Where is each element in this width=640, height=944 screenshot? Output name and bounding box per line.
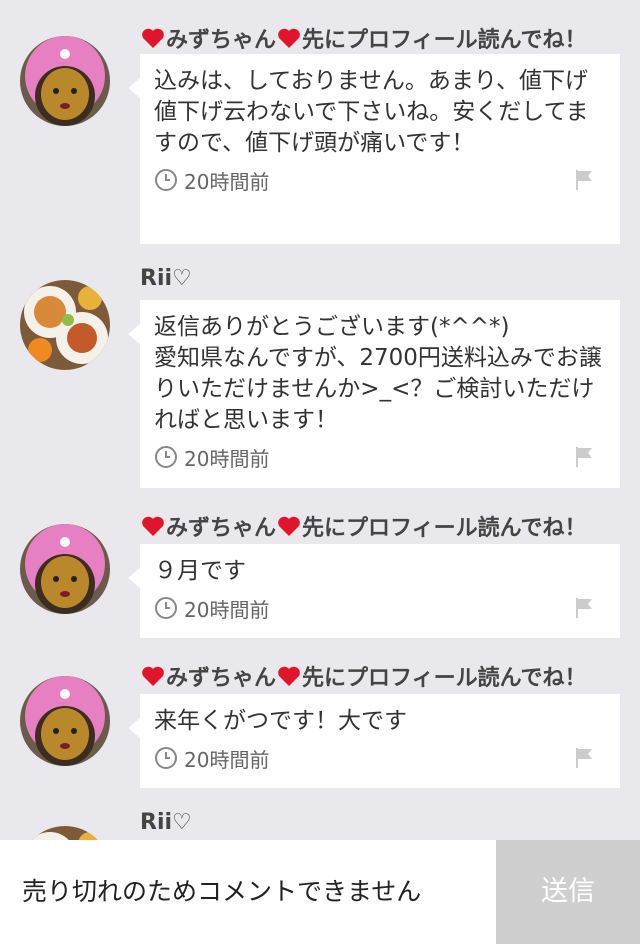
author-name: みずちゃん	[166, 28, 277, 53]
comment-author[interactable]: Rii♡	[140, 810, 192, 835]
author-name: みずちゃん	[166, 666, 277, 691]
comment-meta: 20時間前	[154, 442, 606, 472]
timestamp: 20時間前	[184, 446, 270, 471]
timestamp: 20時間前	[184, 169, 270, 194]
comment-bubble: 込みは、しておりません。あまり、値下げ値下げ云わないで下さいね。安くだしてますの…	[128, 54, 620, 244]
comment-meta: 20時間前	[154, 743, 606, 773]
flag-icon[interactable]	[572, 746, 596, 770]
heart-icon	[278, 516, 300, 536]
timestamp: 20時間前	[184, 597, 270, 622]
avatar[interactable]	[20, 676, 110, 766]
clock-icon	[155, 747, 177, 769]
avatar[interactable]	[20, 36, 110, 126]
comment-author[interactable]: みずちゃん 先にプロフィール読んでね！	[140, 660, 586, 692]
author-suffix: 先にプロフィール読んでね！	[302, 666, 587, 691]
heart-icon	[142, 666, 164, 686]
comment-bubble: ９月です 20時間前	[128, 544, 620, 638]
timestamp: 20時間前	[184, 747, 270, 772]
comment-author[interactable]: みずちゃん 先にプロフィール読んでね！	[140, 22, 586, 54]
flag-icon[interactable]	[572, 445, 596, 469]
comment-text: 込みは、しておりません。あまり、値下げ値下げ云わないで下さいね。安くだしてますの…	[154, 68, 589, 156]
comment-meta: 20時間前	[154, 593, 606, 623]
comment-author[interactable]: みずちゃん 先にプロフィール読んでね！	[140, 510, 586, 542]
author-name: Rii♡	[140, 266, 192, 291]
author-suffix: 先にプロフィール読んでね！	[302, 516, 587, 541]
comment-text: 返信ありがとうございます(*^^*) 愛知県なんですが、2700円送料込みでお譲…	[154, 314, 602, 433]
author-name: みずちゃん	[166, 516, 277, 541]
comment-footer: 売り切れのためコメントできません 送信	[0, 840, 640, 944]
avatar[interactable]	[20, 280, 110, 370]
comment-bubble: 来年くがつです！大です 20時間前	[128, 694, 620, 788]
clock-icon	[155, 597, 177, 619]
flag-icon[interactable]	[572, 168, 596, 192]
clock-icon	[155, 446, 177, 468]
avatar[interactable]	[20, 524, 110, 614]
comment-text: 来年くがつです！大です	[154, 708, 407, 734]
heart-icon	[278, 28, 300, 48]
comment-author[interactable]: Rii♡	[140, 266, 192, 291]
comment-meta: 20時間前	[154, 165, 606, 195]
flag-icon[interactable]	[572, 596, 596, 620]
sold-out-message: 売り切れのためコメントできません	[22, 877, 422, 906]
heart-icon	[142, 516, 164, 536]
author-name: Rii♡	[140, 810, 192, 835]
clock-icon	[155, 169, 177, 191]
heart-icon	[278, 666, 300, 686]
author-suffix: 先にプロフィール読んでね！	[302, 28, 587, 53]
send-button[interactable]: 送信	[496, 840, 640, 944]
comment-text: ９月です	[154, 558, 246, 584]
comment-bubble: 返信ありがとうございます(*^^*) 愛知県なんですが、2700円送料込みでお譲…	[128, 300, 620, 488]
heart-icon	[142, 28, 164, 48]
